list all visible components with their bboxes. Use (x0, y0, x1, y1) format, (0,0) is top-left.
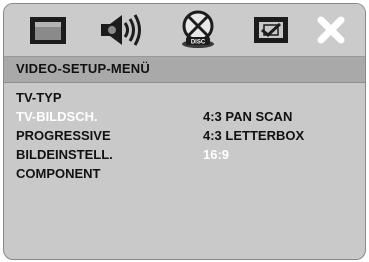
menu-item-component[interactable]: COMPONENT (16, 164, 113, 183)
disc-icon-text: DISC (191, 40, 206, 46)
video-setup-icon[interactable]: DISC (172, 10, 224, 50)
option-pan-scan[interactable]: 4:3 PAN SCAN (203, 107, 304, 126)
video-setup-screen: DISC VIDEO-SETUP-MENÜ TV-TYP TV-BILDSCH.… (3, 3, 366, 260)
menu-item-progressive[interactable]: PROGRESSIVE (16, 126, 113, 145)
general-setup-icon[interactable] (26, 10, 72, 50)
menu-item-tv-bildsch[interactable]: TV-BILDSCH. (16, 107, 113, 126)
menu-item-tv-typ[interactable]: TV-TYP (16, 88, 113, 107)
setup-icon-bar: DISC (4, 4, 365, 57)
preference-setup-icon[interactable] (248, 10, 296, 50)
option-16-9[interactable]: 16:9 (203, 145, 304, 164)
option-list: 4:3 PAN SCAN 4:3 LETTERBOX 16:9 (203, 107, 304, 164)
setup-menu: TV-TYP TV-BILDSCH. PROGRESSIVE BILDEINST… (16, 88, 113, 183)
page-title: VIDEO-SETUP-MENÜ (16, 61, 150, 76)
audio-setup-icon[interactable] (96, 10, 148, 50)
menu-title-bar: VIDEO-SETUP-MENÜ (4, 57, 365, 83)
menu-item-bildeinstell[interactable]: BILDEINSTELL. (16, 145, 113, 164)
option-letterbox[interactable]: 4:3 LETTERBOX (203, 126, 304, 145)
exit-icon[interactable] (312, 10, 350, 50)
